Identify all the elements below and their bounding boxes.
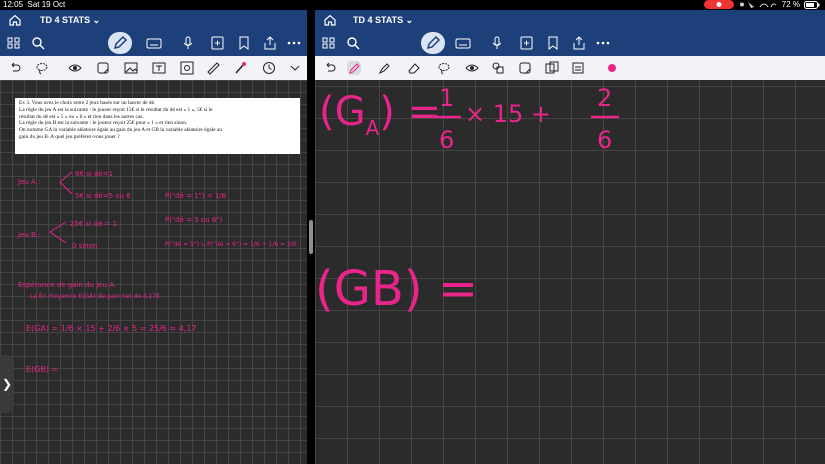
- record-icon: [703, 0, 734, 9]
- hw-frac-1-den: 6: [439, 126, 454, 154]
- hw-eq-a: (GA) =: [319, 89, 441, 140]
- lasso-icon[interactable]: [437, 61, 451, 75]
- battery-percent: 72 %: [781, 0, 800, 9]
- hw-pa1: P("dé = 1") = 1/6: [165, 192, 227, 200]
- pen-icon: [113, 35, 128, 50]
- pen-mode-button[interactable]: [421, 32, 445, 54]
- hw-b2: 0 sinon: [72, 242, 97, 250]
- hw-a1: 6€ si dé=1: [75, 170, 113, 178]
- keyboard-icon[interactable]: [455, 36, 471, 50]
- photo-search-icon[interactable]: [180, 61, 194, 75]
- color-dot-icon[interactable]: [605, 61, 619, 75]
- undo-icon[interactable]: [8, 61, 22, 75]
- right-pane: TD 4 STATS ⌄ (GA) = 1 6 × 15 + 2 6 (GB) …: [315, 10, 825, 464]
- ruler-icon[interactable]: [206, 61, 220, 75]
- handwriting-layer: Jeu A : 6€ si dé=1 5€ si dé=5 ou 6 P("dé…: [17, 170, 297, 374]
- hw-frac-2-num: 2: [597, 84, 612, 112]
- pen-tool-icon[interactable]: [347, 61, 361, 75]
- microphone-icon[interactable]: [489, 36, 505, 50]
- shapes-icon[interactable]: [491, 61, 505, 75]
- hw-pb: P("dé = 5") ∪ P("dé = 6") = 1/6 + 1/6 = …: [165, 241, 297, 248]
- sticker-icon[interactable]: [518, 61, 532, 75]
- chevron-down-icon[interactable]: [288, 61, 302, 75]
- left-canvas[interactable]: Ex 3. Vous avez le choix entre 2 jeux ba…: [0, 80, 307, 464]
- right-title-bar: TD 4 STATS ⌄: [315, 10, 825, 30]
- document-tab[interactable]: TD 4 STATS ⌄: [32, 12, 108, 28]
- right-canvas[interactable]: (GA) = 1 6 × 15 + 2 6 (GB) =: [315, 80, 825, 464]
- status-time: 12:05 Sat 19 Oct: [3, 0, 66, 9]
- share-icon[interactable]: [571, 36, 587, 50]
- clock-icon[interactable]: [262, 61, 276, 75]
- split-view-divider[interactable]: [307, 10, 315, 464]
- battery-icon: [804, 0, 820, 9]
- hw-times-15: × 15 +: [465, 100, 551, 128]
- left-title-bar: TD 4 STATS ⌄: [0, 10, 307, 30]
- hw-eq2: E(GB) =: [26, 365, 58, 374]
- status-indicators: 72 %: [703, 0, 820, 9]
- layers-icon[interactable]: [571, 61, 585, 75]
- lasso-icon[interactable]: [35, 61, 49, 75]
- divider-handle[interactable]: [309, 220, 313, 254]
- magic-pen-icon[interactable]: [233, 61, 247, 75]
- apps-grid-icon[interactable]: [6, 36, 22, 50]
- microphone-icon[interactable]: [180, 36, 196, 50]
- keyboard-icon[interactable]: [146, 36, 162, 50]
- eye-icon[interactable]: [465, 61, 479, 75]
- more-icon[interactable]: [286, 36, 302, 50]
- pen-mode-button[interactable]: [108, 32, 132, 54]
- hw-esp: Espérance de gain du jeu A.: [18, 281, 116, 289]
- hw-jeu-b: Jeu B :: [17, 231, 40, 239]
- document-tab[interactable]: TD 4 STATS ⌄: [345, 12, 421, 28]
- status-bar: 12:05 Sat 19 Oct 72 %: [0, 0, 825, 10]
- share-icon[interactable]: [262, 36, 278, 50]
- undo-icon[interactable]: [323, 61, 337, 75]
- search-icon[interactable]: [30, 36, 46, 50]
- right-drawing-toolbar: [315, 56, 825, 81]
- note-icon[interactable]: [519, 36, 535, 50]
- hw-pa2: P("dé = 5 ou 6"): [165, 216, 223, 224]
- hw-frac-1-num: 1: [439, 84, 454, 112]
- home-icon[interactable]: [323, 13, 337, 27]
- bookmark-icon[interactable]: [236, 36, 252, 50]
- hw-a2: 5€ si dé=5 ou 6: [75, 192, 131, 200]
- left-ribbon: [0, 30, 307, 56]
- hw-brackets: [49, 171, 73, 244]
- hw-jeu-a: Jeu A :: [17, 178, 40, 186]
- textbox-icon[interactable]: [152, 61, 166, 75]
- pen-icon: [426, 35, 441, 50]
- image-icon[interactable]: [124, 61, 138, 75]
- status-small-icons: [739, 2, 777, 8]
- apps-grid-icon[interactable]: [321, 36, 337, 50]
- highlighter-icon[interactable]: [377, 61, 391, 75]
- hw-b1: 25€ si dé = 1: [70, 220, 117, 228]
- more-icon[interactable]: [595, 36, 611, 50]
- eye-icon[interactable]: [68, 61, 82, 75]
- bookmark-icon[interactable]: [545, 36, 561, 50]
- home-icon[interactable]: [8, 13, 22, 27]
- eraser-icon[interactable]: [407, 61, 421, 75]
- hw-eq1: E(GA) = 1/6 × 15 + 2/6 × 5 = 25/6 ≈ 4,17: [26, 324, 197, 333]
- note-icon[interactable]: [210, 36, 226, 50]
- hw-esp2: La En moyenne E(GA) de gain net de 4,17€: [30, 293, 160, 300]
- left-pane: TD 4 STATS ⌄ Ex 3. Vous avez le choix en…: [0, 10, 307, 464]
- handwriting-layer: (GA) = 1 6 × 15 + 2 6 (GB) =: [315, 84, 619, 317]
- sticker-icon[interactable]: [96, 61, 110, 75]
- search-icon[interactable]: [345, 36, 361, 50]
- sidebar-toggle[interactable]: ❯: [0, 355, 14, 413]
- left-drawing-toolbar: [0, 56, 307, 81]
- hw-eq-b: (GB) =: [315, 261, 478, 317]
- hw-frac-2-den: 6: [597, 126, 612, 154]
- copy-icon[interactable]: [545, 61, 559, 75]
- right-ribbon: [315, 30, 825, 56]
